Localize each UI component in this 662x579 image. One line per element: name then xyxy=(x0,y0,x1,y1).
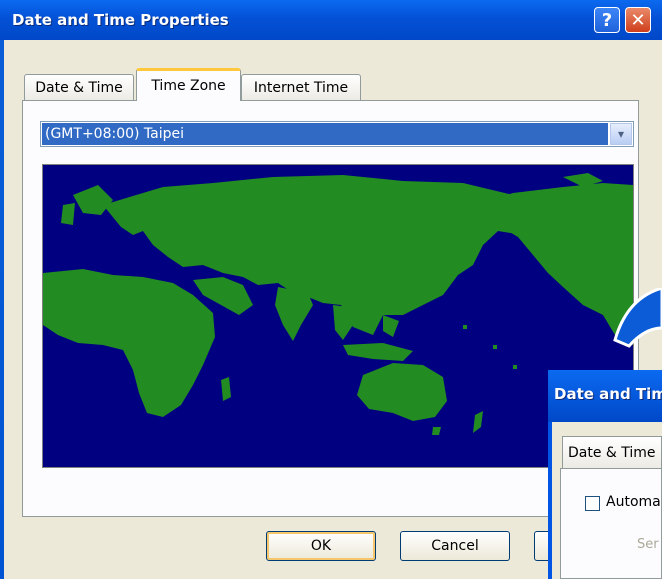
cancel-label: Cancel xyxy=(431,538,479,554)
balloon-graphic xyxy=(613,288,662,348)
secondary-window-title: Date and Time xyxy=(554,385,662,403)
tab-label: Time Zone xyxy=(151,78,226,94)
chevron-down-icon[interactable]: ▾ xyxy=(610,123,632,145)
close-button[interactable]: ✕ xyxy=(625,7,651,33)
server-label: Ser xyxy=(637,537,659,552)
title-bar[interactable]: Date and Time Properties ? ✕ xyxy=(0,0,662,40)
tab-internet-time[interactable]: Internet Time xyxy=(241,74,361,100)
tab-label: Internet Time xyxy=(253,79,349,96)
secondary-title-bar[interactable]: Date and Time xyxy=(548,370,662,422)
tab-date-time[interactable]: Date & Time xyxy=(24,74,134,100)
ok-button[interactable]: OK xyxy=(266,531,376,561)
help-button[interactable]: ? xyxy=(594,7,620,33)
tab-label: Date & Time xyxy=(35,79,123,96)
secondary-tab-label: Date & Time xyxy=(568,445,656,461)
timezone-value: (GMT+08:00) Taipei xyxy=(42,123,608,145)
world-map-graphic xyxy=(43,173,633,435)
tab-time-zone[interactable]: Time Zone xyxy=(136,68,241,101)
close-icon: ✕ xyxy=(630,9,646,31)
help-icon: ? xyxy=(601,9,613,31)
cancel-button[interactable]: Cancel xyxy=(400,531,510,561)
world-map xyxy=(42,164,634,468)
secondary-tab-date-time[interactable]: Date & Time xyxy=(562,436,662,468)
timezone-select[interactable]: (GMT+08:00) Taipei ▾ xyxy=(40,121,634,147)
window-title: Date and Time Properties xyxy=(12,11,229,29)
secondary-tab-panel xyxy=(560,468,662,579)
auto-sync-label: Automa xyxy=(606,494,661,510)
ok-label: OK xyxy=(310,538,332,554)
auto-sync-checkbox[interactable] xyxy=(585,496,600,511)
